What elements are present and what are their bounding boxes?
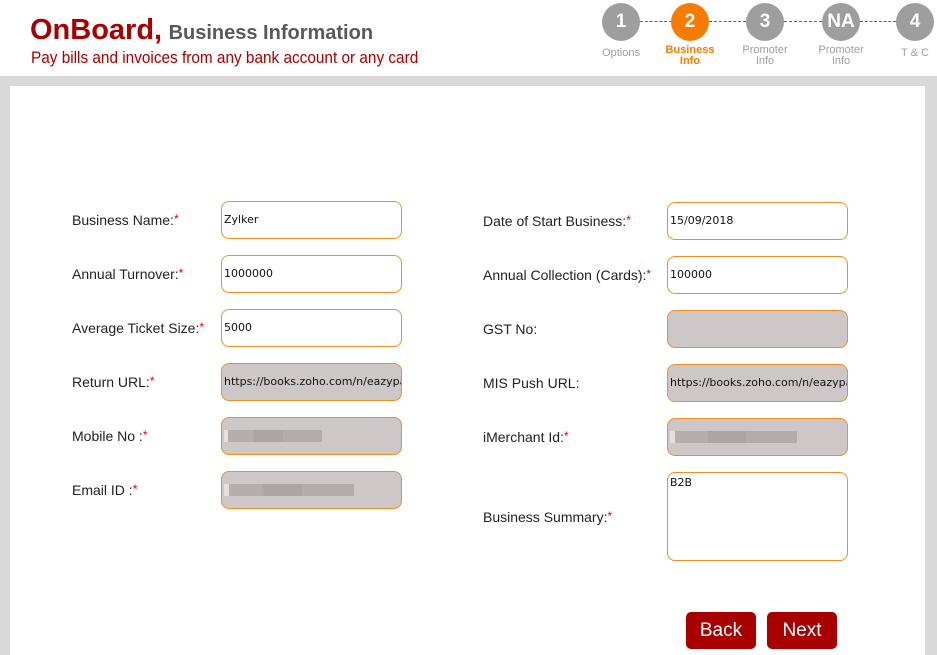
step-label: Options <box>602 47 640 59</box>
step-number: 2 <box>671 3 709 41</box>
step-options[interactable]: 1 Options <box>591 3 651 59</box>
step-promoter-info[interactable]: 3 Promoter Info <box>735 3 795 67</box>
gst-no-input[interactable] <box>667 310 848 348</box>
redacted-value <box>670 431 797 443</box>
step-promoter-info-na[interactable]: NA Promoter Info <box>811 3 871 67</box>
mobile-no-label: Mobile No :* <box>72 428 148 444</box>
step-label: T & C <box>901 47 929 59</box>
annual-turnover-input[interactable]: 1000000 <box>221 255 402 293</box>
average-ticket-size-input[interactable]: 5000 <box>221 309 402 347</box>
business-summary-label: Business Summary:* <box>483 509 613 525</box>
average-ticket-size-label: Average Ticket Size:* <box>72 320 205 336</box>
step-label: Promoter Info <box>818 44 864 67</box>
email-id-input[interactable] <box>221 471 402 509</box>
mis-push-url-input[interactable]: https://books.zoho.com/n/eazypay <box>667 364 848 402</box>
mobile-no-input[interactable] <box>221 417 402 455</box>
imerchant-id-label: iMerchant Id:* <box>483 429 569 445</box>
progress-stepper: 1 Options 2 Business Info 3 Promoter Info … <box>0 0 937 76</box>
annual-collection-label: Annual Collection (Cards):* <box>483 267 652 283</box>
step-number: NA <box>822 3 860 41</box>
return-url-label: Return URL:* <box>72 374 155 390</box>
redacted-value <box>224 430 322 442</box>
step-number: 4 <box>896 3 934 41</box>
step-label: Promoter Info <box>742 44 788 67</box>
step-business-info[interactable]: 2 Business Info <box>660 3 720 67</box>
annual-turnover-label: Annual Turnover:* <box>72 266 184 282</box>
next-button[interactable]: Next <box>767 612 837 649</box>
return-url-input[interactable]: https://books.zoho.com/n/eazypay <box>221 363 402 401</box>
mis-push-url-label: MIS Push URL: <box>483 375 580 391</box>
redacted-value <box>224 484 354 496</box>
gst-no-label: GST No: <box>483 321 538 337</box>
business-name-input[interactable]: Zylker <box>221 201 402 239</box>
step-number: 3 <box>746 3 784 41</box>
back-button[interactable]: Back <box>686 612 756 649</box>
business-name-label: Business Name:* <box>72 212 179 228</box>
step-number: 1 <box>602 3 640 41</box>
imerchant-id-input[interactable] <box>667 418 848 456</box>
email-id-label: Email ID :* <box>72 482 138 498</box>
step-terms[interactable]: 4 T & C <box>885 3 937 59</box>
business-summary-textarea[interactable]: B2B <box>667 472 848 561</box>
date-of-start-label: Date of Start Business:* <box>483 213 631 229</box>
step-label: Business Info <box>665 44 715 67</box>
date-of-start-input[interactable]: 15/09/2018 <box>667 202 848 240</box>
header: OnBoard, Business Information Pay bills … <box>0 0 937 76</box>
annual-collection-input[interactable]: 100000 <box>667 256 848 294</box>
